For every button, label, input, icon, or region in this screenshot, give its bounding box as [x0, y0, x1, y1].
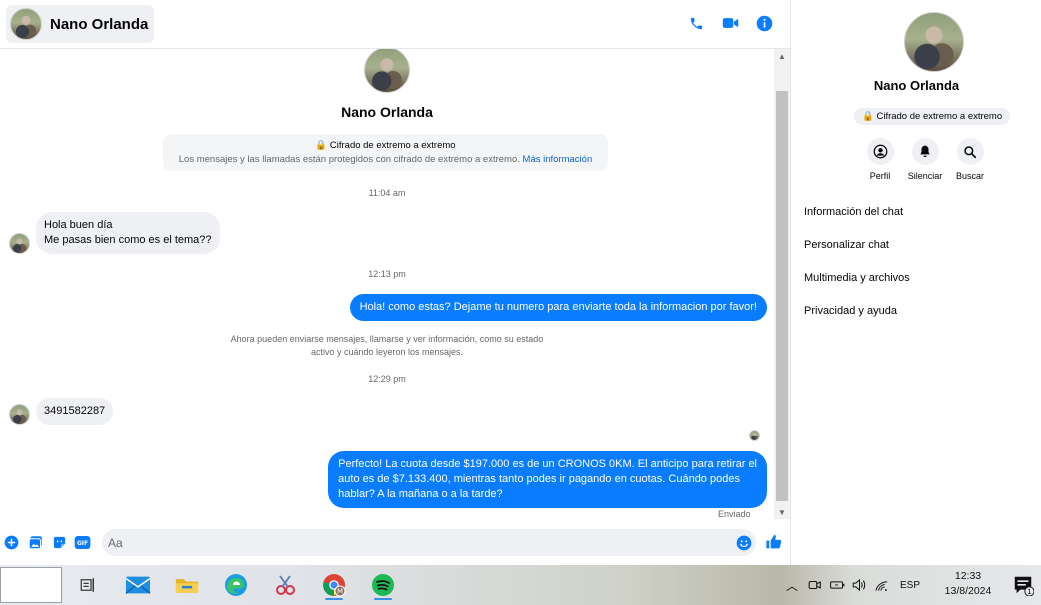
scroll-down-icon[interactable]: ▼ [774, 505, 790, 519]
video-call-icon[interactable] [720, 12, 740, 34]
windows-taskbar: M ︿ ESP 12:33 13/8/2024 1 [0, 565, 1041, 605]
contact-avatar [10, 8, 42, 40]
wifi-icon[interactable] [870, 578, 892, 592]
encryption-title: 🔒 Cifrado de extremo a extremo [315, 140, 456, 151]
composer: GIF [0, 523, 790, 563]
clock-date: 13/8/2024 [944, 585, 992, 597]
message-line: hablar? A la mañana o a la tarde? [338, 488, 503, 500]
message-input[interactable] [102, 529, 756, 556]
edge-browser-icon[interactable] [221, 570, 251, 600]
chat-pane: Nano Orlanda Nano Orlanda 🔒 Cifrado de e… [0, 0, 791, 565]
meet-now-icon[interactable] [804, 578, 826, 592]
mute-action[interactable]: Silenciar [905, 138, 945, 181]
spotify-icon[interactable] [368, 570, 398, 600]
connection-notice: Ahora pueden enviarse mensajes, llamarse… [180, 333, 594, 359]
profile-action[interactable]: Perfil [860, 138, 900, 181]
menu-item-customize-chat[interactable]: Personalizar chat [804, 236, 910, 269]
chevron-up-icon[interactable]: ︿ [784, 577, 800, 594]
active-app-indicator [325, 598, 343, 600]
profile-action-label: Perfil [869, 171, 891, 181]
chrome-profile-badge: M [337, 588, 343, 596]
plus-icon[interactable] [3, 534, 20, 551]
active-app-indicator [374, 598, 392, 600]
search-action-label: Buscar [955, 171, 984, 181]
battery-icon[interactable] [826, 579, 848, 591]
taskbar-search-box[interactable] [0, 567, 62, 603]
app-root: Nano Orlanda Nano Orlanda 🔒 Cifrado de e… [0, 0, 1041, 605]
notice-line: Ahora pueden enviarse mensajes, llamarse… [230, 334, 544, 344]
search-icon[interactable] [956, 138, 984, 165]
header-contact-button[interactable]: Nano Orlanda [6, 5, 155, 43]
scroll-up-icon[interactable]: ▲ [774, 49, 790, 63]
snipping-tool-icon[interactable] [270, 570, 300, 600]
seen-avatar [749, 430, 760, 441]
encryption-subtitle: Los mensajes y las llamadas están proteg… [163, 154, 608, 165]
chat-header: Nano Orlanda [0, 0, 790, 49]
outgoing-bubble[interactable]: Perfecto! La cuota desde $197.000 es de … [328, 451, 767, 508]
timestamp: 11:04 am [368, 188, 406, 198]
info-actions: Perfil Silenciar Buscar [860, 138, 990, 181]
task-view-icon[interactable] [73, 570, 103, 600]
encryption-notice: 🔒 Cifrado de extremo a extremo Los mensa… [163, 134, 608, 171]
notice-line: activo y cuándo leyeron los mensajes. [310, 347, 464, 357]
chrome-icon[interactable]: M [319, 570, 349, 600]
bell-icon[interactable] [911, 138, 939, 165]
encryption-badge: 🔒 Cifrado de extremo a extremo [854, 108, 1011, 125]
info-contact-name: Nano Orlanda [873, 78, 960, 93]
mail-icon[interactable] [123, 570, 153, 600]
incoming-message-row: 3491582287 [9, 398, 114, 425]
system-tray: ︿ ESP [784, 565, 920, 605]
system-clock[interactable]: 12:33 13/8/2024 [940, 569, 996, 599]
menu-item-media-files[interactable]: Multimedia y archivos [804, 269, 910, 302]
message-line: Me pasas bien como es el tema?? [44, 234, 212, 246]
message-list[interactable]: Nano Orlanda 🔒 Cifrado de extremo a extr… [0, 49, 774, 519]
encryption-subtitle-text: Los mensajes y las llamadas están proteg… [178, 154, 520, 165]
message-line: Perfecto! La cuota desde $197.000 es de … [338, 458, 757, 470]
file-explorer-icon[interactable] [172, 570, 202, 600]
sender-avatar [9, 233, 30, 254]
message-status: Enviado [718, 509, 751, 519]
notification-count: 1 [1027, 587, 1032, 596]
header-actions [686, 12, 774, 34]
menu-item-chat-info[interactable]: Información del chat [804, 203, 910, 236]
message-line: auto es de $7.133.400, mientras tanto po… [338, 473, 740, 485]
chat-profile-name: Nano Orlanda [341, 104, 433, 120]
chat-info-pane: Nano Orlanda 🔒 Cifrado de extremo a extr… [792, 0, 1041, 565]
chat-profile-block: Nano Orlanda [0, 49, 774, 120]
gallery-icon[interactable] [27, 534, 44, 551]
more-info-link[interactable]: Más información [523, 154, 593, 165]
sender-avatar [9, 404, 30, 425]
clock-time: 12:33 [954, 570, 982, 582]
incoming-bubble[interactable]: Hola buen día Me pasas bien como es el t… [36, 212, 220, 254]
emoji-icon[interactable] [735, 534, 752, 551]
info-menu: Información del chat Personalizar chat M… [804, 203, 910, 335]
timestamp: 12:29 pm [368, 374, 406, 384]
svg-text:GIF: GIF [77, 541, 88, 547]
incoming-message-row: Hola buen día Me pasas bien como es el t… [9, 212, 220, 254]
timestamp: 12:13 pm [368, 269, 406, 279]
outgoing-bubble[interactable]: Hola! como estas? Dejame tu numero para … [349, 294, 767, 321]
info-icon[interactable] [754, 12, 774, 34]
info-avatar[interactable] [904, 12, 964, 72]
scroll-thumb[interactable] [776, 91, 788, 501]
thumbs-up-icon[interactable] [765, 533, 782, 550]
language-indicator[interactable]: ESP [900, 580, 920, 591]
search-action[interactable]: Buscar [950, 138, 990, 181]
mute-action-label: Silenciar [907, 171, 943, 181]
header-contact-name: Nano Orlanda [50, 15, 149, 33]
gif-icon[interactable]: GIF [74, 534, 91, 551]
notifications-icon[interactable]: 1 [1008, 570, 1038, 600]
message-line: Hola buen día [44, 219, 113, 231]
volume-icon[interactable] [848, 578, 870, 592]
incoming-bubble[interactable]: 3491582287 [36, 398, 114, 425]
chat-profile-avatar[interactable] [364, 49, 410, 93]
sticker-icon[interactable] [51, 534, 68, 551]
menu-item-privacy-help[interactable]: Privacidad y ayuda [804, 302, 910, 335]
phone-icon[interactable] [686, 12, 706, 34]
message-scrollbar[interactable]: ▲ ▼ [774, 49, 790, 519]
profile-icon[interactable] [866, 138, 894, 165]
